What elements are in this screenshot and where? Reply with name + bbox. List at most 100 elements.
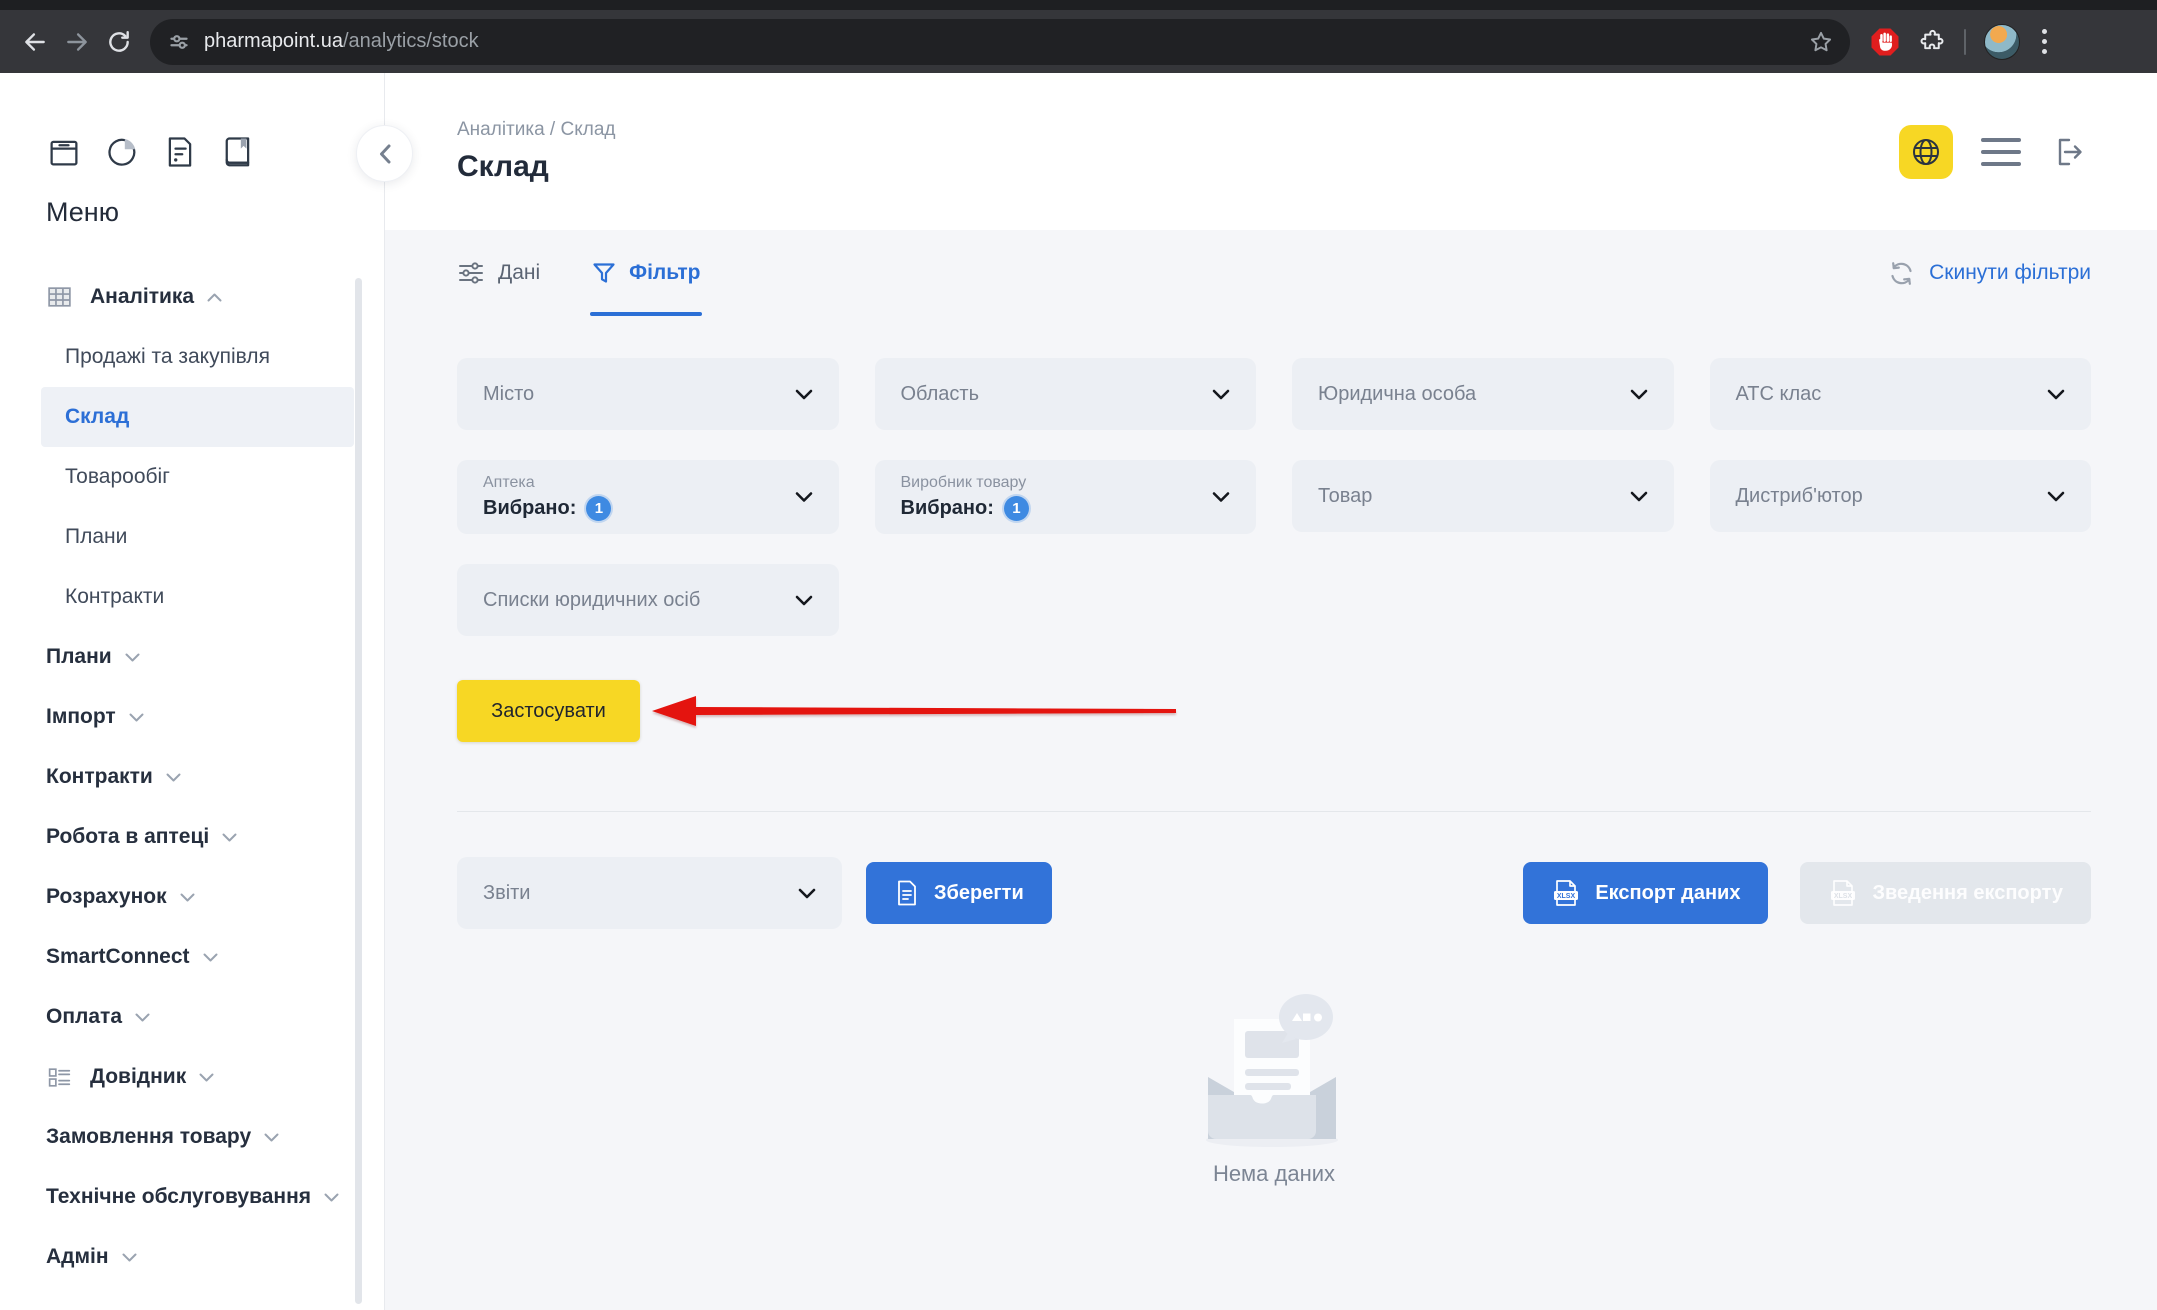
pie-chart-icon[interactable]	[104, 134, 140, 170]
url-text: pharmapoint.ua/analytics/stock	[204, 30, 479, 53]
bookmark-star-icon[interactable]	[1808, 29, 1834, 55]
sidebar-item-directory[interactable]: Довідник	[0, 1047, 384, 1107]
tab-data[interactable]: Дані	[457, 230, 540, 316]
sidebar-item-maintenance[interactable]: Технічне обслуговування	[0, 1167, 384, 1227]
browser-forward-button[interactable]	[56, 21, 98, 63]
filter-atc-class-dropdown[interactable]: АТС клас	[1710, 358, 2092, 430]
filter-distributor-dropdown[interactable]: Дистриб'ютор	[1710, 460, 2092, 532]
filter-region-dropdown[interactable]: Область	[875, 358, 1257, 430]
dropdown-label: Аптека	[483, 474, 535, 492]
sidebar: Меню Аналітика Продажі та закупівля Скла…	[0, 73, 385, 1310]
book-icon[interactable]	[220, 134, 256, 170]
sidebar-item-label: Контракти	[46, 765, 153, 789]
document-save-icon	[894, 879, 920, 907]
tab-label: Дані	[498, 261, 540, 285]
sidebar-item-label: Адмін	[46, 1245, 109, 1269]
sidebar-collapse-button[interactable]	[356, 125, 413, 182]
sidebar-item-calculation[interactable]: Розрахунок	[0, 867, 384, 927]
sidebar-item-label: Робота в аптеці	[46, 825, 209, 849]
sidebar-item-analytics[interactable]: Аналітика	[0, 267, 384, 327]
adblock-extension-icon[interactable]	[1870, 27, 1900, 57]
chevron-up-icon	[207, 293, 222, 302]
chevron-down-icon	[324, 1193, 339, 1202]
summary-export-button[interactable]: XLSX Зведення експорту	[1800, 862, 2091, 924]
reset-filters-button[interactable]: Скинути фільтри	[1888, 230, 2091, 316]
sidebar-item-plans-child[interactable]: Плани	[41, 507, 354, 567]
reports-dropdown[interactable]: Звіти	[457, 857, 842, 929]
xlsx-file-icon: XLSX	[1551, 878, 1581, 908]
header-menu-button[interactable]	[1977, 134, 2025, 170]
sidebar-item-label: Розрахунок	[46, 885, 167, 909]
chevron-down-icon	[1212, 492, 1230, 503]
no-data-inbox-icon	[1184, 991, 1364, 1149]
sidebar-scrollbar[interactable]	[355, 278, 362, 1304]
logout-button[interactable]	[2047, 132, 2087, 172]
sidebar-item-contracts[interactable]: Контракти	[0, 747, 384, 807]
save-report-label: Зберегти	[934, 882, 1024, 905]
content-area: Дані Фільтр Скинути фільтри Місто	[385, 230, 2157, 1310]
sidebar-item-sales-purchases[interactable]: Продажі та закупівля	[41, 327, 354, 387]
filter-product-dropdown[interactable]: Товар	[1292, 460, 1674, 532]
chevron-down-icon	[795, 492, 813, 503]
chevron-down-icon	[2047, 491, 2065, 502]
browser-back-button[interactable]	[14, 21, 56, 63]
sidebar-item-pharmacy-work[interactable]: Робота в аптеці	[0, 807, 384, 867]
breadcrumb: Аналітика / Склад	[457, 119, 615, 141]
export-data-button[interactable]: XLSX Експорт даних	[1523, 862, 1768, 924]
apply-button[interactable]: Застосувати	[457, 680, 640, 742]
site-info-icon[interactable]	[166, 29, 192, 55]
selected-prefix: Вибрано:	[483, 497, 576, 520]
chevron-down-icon	[798, 888, 816, 899]
filter-city-dropdown[interactable]: Місто	[457, 358, 839, 430]
sidebar-item-contracts-child[interactable]: Контракти	[41, 567, 354, 627]
list-cards-icon	[46, 1064, 73, 1091]
browser-profile-avatar[interactable]	[1984, 24, 2020, 60]
dropdown-label: Дистриб'ютор	[1736, 485, 1863, 508]
filter-legal-entity-dropdown[interactable]: Юридична особа	[1292, 358, 1674, 430]
svg-text:XLSX: XLSX	[1834, 893, 1853, 900]
chevron-left-icon	[377, 143, 393, 165]
dropdown-label: Виробник товару	[901, 474, 1027, 492]
sidebar-item-turnover[interactable]: Товарообіг	[41, 447, 354, 507]
annotation-arrow	[650, 691, 1180, 731]
filter-funnel-icon	[592, 261, 616, 286]
sidebar-item-stock[interactable]: Склад	[41, 387, 354, 447]
selected-count-badge: 1	[1004, 496, 1029, 521]
chevron-down-icon	[1212, 389, 1230, 400]
svg-text:XLSX: XLSX	[1557, 893, 1576, 900]
sidebar-item-label: Довідник	[90, 1065, 186, 1089]
sidebar-item-import[interactable]: Імпорт	[0, 687, 384, 747]
browser-chrome: pharmapoint.ua/analytics/stock	[0, 0, 2157, 73]
dropdown-label: Товар	[1318, 485, 1372, 508]
sidebar-item-smartconnect[interactable]: SmartConnect	[0, 927, 384, 987]
chevron-down-icon	[222, 833, 237, 842]
filter-legal-lists-dropdown[interactable]: Списки юридичних осіб	[457, 564, 839, 636]
language-globe-button[interactable]	[1899, 125, 1953, 179]
grid-table-icon	[46, 284, 73, 311]
sidebar-item-payment[interactable]: Оплата	[0, 987, 384, 1047]
dropdown-label: Область	[901, 383, 980, 406]
document-icon[interactable]	[162, 134, 198, 170]
selected-count-badge: 1	[586, 496, 611, 521]
chevron-down-icon	[129, 713, 144, 722]
selected-prefix: Вибрано:	[901, 497, 994, 520]
sidebar-item-admin[interactable]: Адмін	[0, 1227, 384, 1287]
address-bar[interactable]: pharmapoint.ua/analytics/stock	[150, 19, 1850, 65]
reset-filters-label: Скинути фільтри	[1929, 261, 2091, 285]
chevron-down-icon	[135, 1013, 150, 1022]
sidebar-menu: Аналітика Продажі та закупівля Склад Тов…	[0, 267, 384, 1287]
sidebar-item-plans[interactable]: Плани	[0, 627, 384, 687]
browser-reload-button[interactable]	[98, 21, 140, 63]
extensions-puzzle-icon[interactable]	[1918, 28, 1946, 56]
browser-menu-button[interactable]	[2038, 25, 2051, 58]
filter-pharmacy-dropdown[interactable]: Аптека Вибрано: 1	[457, 460, 839, 534]
sliders-icon	[457, 260, 485, 286]
filter-producer-dropdown[interactable]: Виробник товару Вибрано: 1	[875, 460, 1257, 534]
archive-box-icon[interactable]	[46, 134, 82, 170]
tabs-bar: Дані Фільтр Скинути фільтри	[457, 230, 2091, 316]
sidebar-item-product-orders[interactable]: Замовлення товару	[0, 1107, 384, 1167]
tab-filter[interactable]: Фільтр	[592, 230, 700, 316]
save-report-button[interactable]: Зберегти	[866, 862, 1052, 924]
globe-icon	[1910, 136, 1942, 168]
sidebar-item-label: Замовлення товару	[46, 1125, 251, 1149]
